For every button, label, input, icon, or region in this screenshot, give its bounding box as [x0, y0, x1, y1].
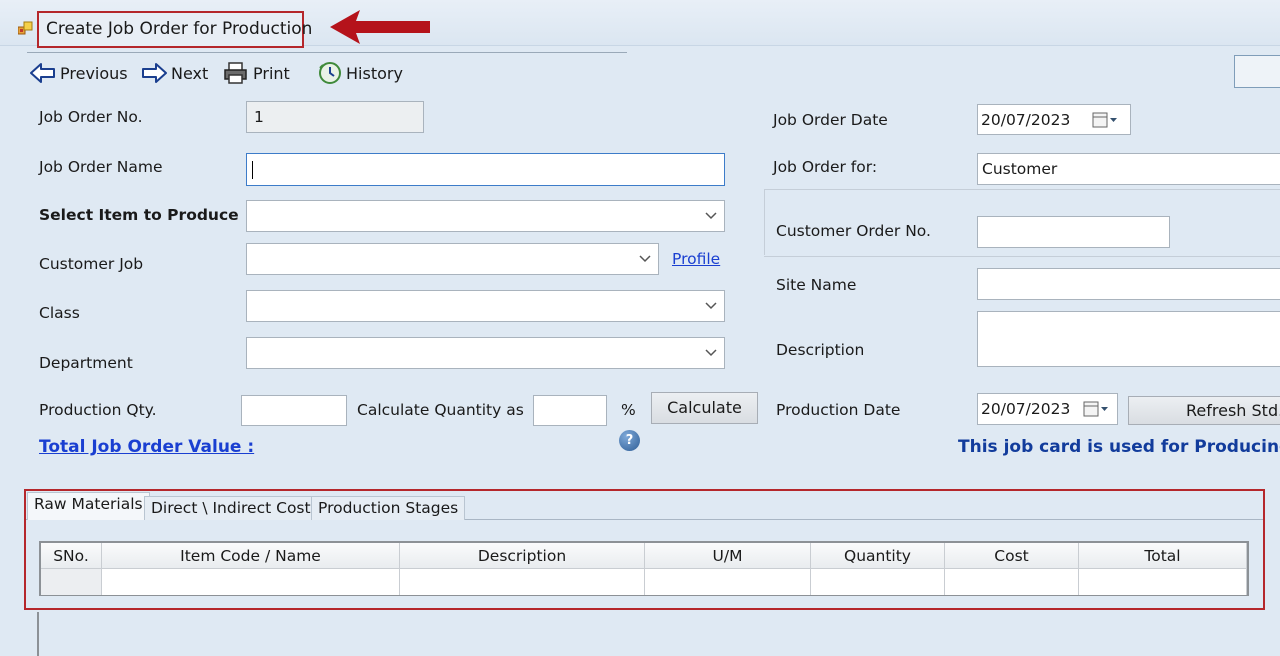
history-label: History	[346, 63, 403, 83]
arrow-left-icon	[30, 63, 55, 83]
profile-link[interactable]: Profile	[672, 250, 720, 268]
calculate-percent-input[interactable]	[533, 395, 607, 426]
group-border	[764, 256, 1280, 257]
next-label: Next	[171, 63, 209, 83]
job-order-name-label: Job Order Name	[39, 158, 163, 176]
toolbar-separator	[27, 52, 627, 53]
history-button[interactable]: History	[318, 60, 403, 86]
production-date-label: Production Date	[776, 401, 901, 419]
chevron-down-icon	[705, 302, 717, 310]
job-order-date-picker[interactable]: 20/07/2023	[977, 104, 1131, 135]
calculate-button[interactable]: Calculate	[651, 392, 758, 424]
class-dropdown[interactable]	[246, 290, 725, 322]
customer-job-dropdown[interactable]	[246, 243, 659, 275]
job-order-no-field[interactable]: 1	[246, 101, 424, 133]
description-label: Description	[776, 341, 865, 359]
production-qty-input[interactable]	[241, 395, 347, 426]
customer-job-label: Customer Job	[39, 255, 144, 273]
top-right-field[interactable]	[1234, 55, 1280, 88]
job-order-for-field[interactable]: Customer	[977, 153, 1280, 185]
chevron-down-icon	[705, 212, 717, 220]
job-order-name-input[interactable]	[246, 153, 725, 186]
total-job-order-value-link[interactable]: Total Job Order Value :	[39, 437, 254, 457]
arrow-right-icon	[142, 63, 167, 83]
refresh-std-button[interactable]: Refresh Std.	[1128, 396, 1280, 425]
production-date-value: 20/07/2023	[981, 400, 1071, 418]
select-item-dropdown[interactable]	[246, 200, 725, 232]
description-textarea[interactable]	[977, 311, 1280, 367]
calendar-icon	[1083, 401, 1108, 417]
group-border	[764, 189, 765, 255]
group-border	[764, 189, 1280, 190]
app-icon	[18, 21, 33, 35]
tabs-highlight-box	[24, 489, 1265, 610]
printer-icon	[224, 62, 247, 84]
calculate-qty-label: Calculate Quantity as	[357, 401, 524, 419]
customer-order-no-label: Customer Order No.	[776, 222, 931, 240]
annotation-arrow-icon	[330, 10, 430, 44]
site-name-label: Site Name	[776, 276, 857, 294]
class-label: Class	[39, 304, 80, 322]
chevron-down-icon	[705, 349, 717, 357]
job-card-info-text: This job card is used for Producing	[958, 437, 1280, 457]
calendar-icon	[1092, 112, 1117, 127]
window-title-highlight: Create Job Order for Production	[37, 11, 312, 48]
previous-label: Previous	[60, 63, 128, 83]
print-label: Print	[253, 63, 290, 83]
print-button[interactable]: Print	[223, 60, 290, 86]
production-date-picker[interactable]: 20/07/2023	[977, 393, 1118, 425]
department-dropdown[interactable]	[246, 337, 725, 369]
job-order-no-value: 1	[254, 108, 264, 126]
chevron-down-icon	[639, 255, 651, 263]
customer-order-no-input[interactable]	[977, 216, 1170, 248]
job-order-for-value: Customer	[982, 160, 1058, 178]
help-icon[interactable]: ?	[619, 430, 640, 451]
job-order-no-label: Job Order No.	[39, 108, 143, 126]
previous-button[interactable]: Previous	[30, 60, 128, 86]
production-qty-label: Production Qty.	[39, 401, 157, 419]
job-order-date-label: Job Order Date	[773, 111, 888, 129]
percent-unit: %	[621, 401, 636, 419]
panel-border	[37, 612, 39, 656]
next-button[interactable]: Next	[141, 60, 208, 86]
window-title: Create Job Order for Production	[46, 19, 313, 39]
department-label: Department	[39, 354, 133, 372]
site-name-input[interactable]	[977, 268, 1280, 300]
job-order-date-value: 20/07/2023	[981, 110, 1071, 129]
clock-history-icon	[319, 62, 341, 84]
text-caret	[252, 161, 253, 179]
select-item-label: Select Item to Produce	[39, 206, 239, 224]
job-order-for-label: Job Order for:	[773, 158, 878, 176]
